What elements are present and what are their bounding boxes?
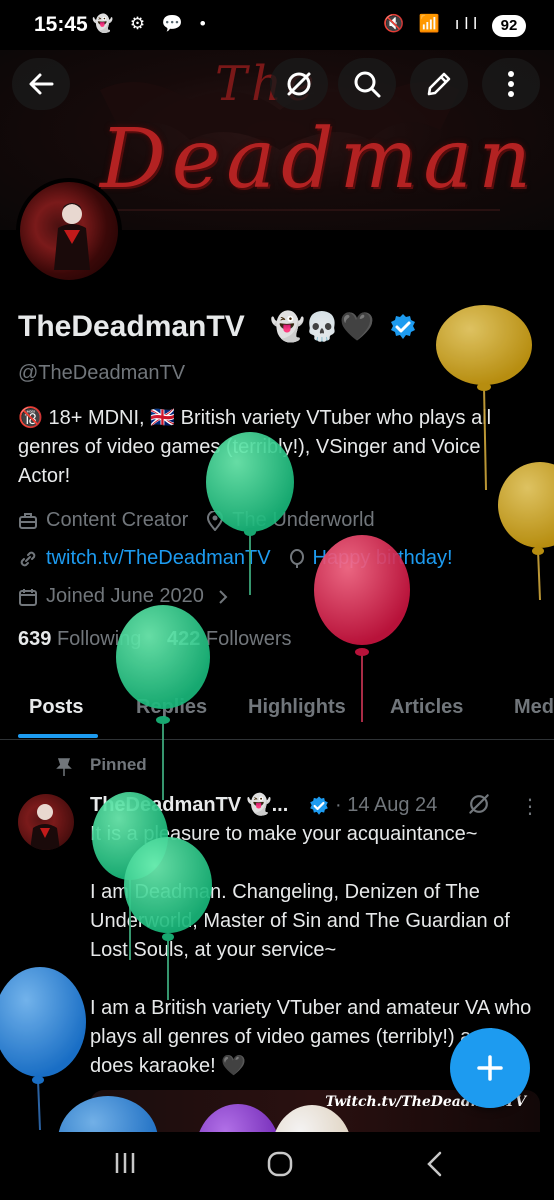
following-link[interactable]: 639 Following	[18, 628, 141, 650]
post-paragraph: It is a pleasure to make your acquaintan…	[90, 823, 478, 845]
active-tab-indicator	[18, 734, 98, 738]
grok-icon[interactable]	[466, 791, 492, 817]
display-name: TheDeadmanTV	[18, 310, 245, 343]
tab-replies[interactable]: Replies	[136, 696, 207, 719]
profile-location: The Underworld	[232, 509, 375, 531]
back-arrow-icon	[29, 73, 54, 95]
verified-badge-icon[interactable]	[388, 312, 418, 342]
tab-media[interactable]: Media	[514, 696, 554, 719]
post-more-button[interactable]: ⋮	[520, 794, 540, 819]
post-paragraph: I am Deadman. Changeling, Denizen of The…	[90, 881, 510, 961]
tab-articles[interactable]: Articles	[390, 696, 463, 719]
profile-meta-row-3[interactable]: Joined June 2020	[18, 585, 228, 608]
avatar-character	[30, 804, 60, 850]
system-navigation-bar	[0, 1132, 554, 1200]
following-count: 639	[18, 628, 52, 650]
bio-line: 🔞 18+ MDNI, 🇬🇧 British variety VTuber wh…	[18, 407, 492, 429]
profile-tabs: Posts Replies Highlights Articles Media	[0, 680, 554, 740]
edit-icon	[427, 72, 451, 96]
post-author-avatar[interactable]	[18, 794, 74, 850]
location-pin-icon	[207, 510, 224, 531]
notification-icons: 👻 ⚙ 💬 •	[92, 14, 212, 33]
following-label: Following	[56, 628, 142, 650]
profile-bio: 🔞 18+ MDNI, 🇬🇧 British variety VTuber wh…	[18, 404, 538, 491]
status-bar: 15:45 👻 ⚙ 💬 • 🔇 📶 ıll 92	[0, 0, 554, 50]
tab-highlights[interactable]: Highlights	[248, 696, 346, 719]
follow-counts: 639 Following 422 Followers	[18, 628, 292, 651]
post-author-name[interactable]: TheDeadmanTV 👻...	[90, 794, 288, 816]
avatar-character	[54, 203, 90, 270]
chevron-right-icon	[219, 589, 228, 604]
briefcase-icon	[19, 512, 37, 529]
search-button[interactable]	[338, 58, 396, 110]
status-time: 15:45	[34, 13, 88, 36]
tab-posts[interactable]: Posts	[29, 696, 83, 719]
profile-meta-row-2: twitch.tv/TheDeadmanTV Happy birthday!	[18, 547, 453, 570]
link-icon	[20, 551, 36, 566]
signal-icons: 🔇 📶 ıll	[382, 14, 482, 33]
profile-website-link[interactable]: twitch.tv/TheDeadmanTV	[46, 547, 271, 570]
recent-apps-icon[interactable]	[112, 1150, 138, 1176]
back-nav-icon[interactable]	[424, 1150, 446, 1178]
profile-meta-row-1: Content Creator The Underworld	[18, 509, 375, 532]
grok-button[interactable]	[270, 58, 328, 110]
more-vertical-icon	[508, 71, 514, 97]
balloon-icon	[289, 548, 304, 568]
more-options-button[interactable]	[482, 58, 540, 110]
profile-avatar[interactable]	[16, 178, 122, 284]
birthday-link[interactable]: Happy birthday!	[313, 547, 453, 570]
profile-category: Content Creator	[46, 509, 189, 531]
compose-post-button[interactable]	[450, 1028, 530, 1108]
name-emojis: 👻💀🖤	[270, 311, 375, 342]
profile-handle: @TheDeadmanTV	[18, 362, 186, 384]
calendar-icon	[19, 588, 37, 606]
grok-icon	[287, 72, 311, 96]
pin-icon	[56, 758, 72, 776]
bio-line: Actor!	[18, 465, 71, 487]
verified-badge-icon	[310, 796, 328, 815]
back-button[interactable]	[12, 58, 70, 110]
followers-count: 422	[166, 628, 201, 650]
search-icon	[354, 71, 381, 98]
banner-title: Deadman	[100, 112, 538, 207]
home-icon[interactable]	[266, 1150, 294, 1178]
battery-indicator: 92	[492, 15, 526, 37]
balloon	[0, 967, 86, 1131]
pinned-label: Pinned	[90, 755, 147, 774]
profile-joined-date: Joined June 2020	[46, 585, 204, 607]
plus-icon	[477, 1055, 503, 1081]
edit-button[interactable]	[410, 58, 468, 110]
bio-line: genres of video games (terribly!), VSing…	[18, 436, 481, 458]
post-header: TheDeadmanTV 👻...	[90, 792, 288, 817]
followers-link[interactable]: 422 Followers	[167, 628, 292, 650]
followers-label: Followers	[205, 628, 292, 650]
post-date: · 14 Aug 24	[335, 794, 438, 816]
